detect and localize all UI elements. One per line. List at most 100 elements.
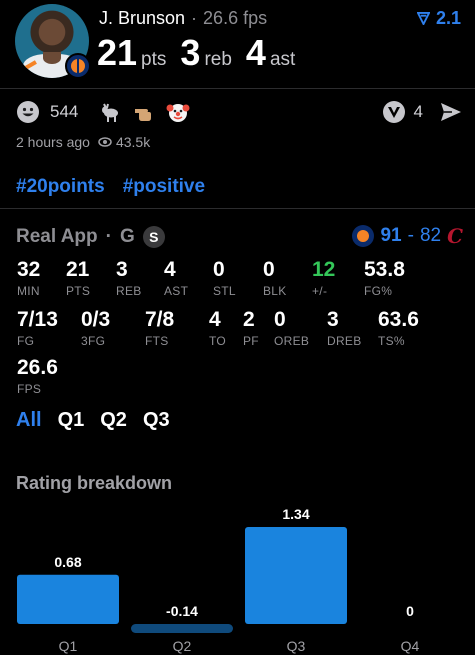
smile-icon[interactable]: [16, 100, 40, 124]
tab-q3[interactable]: Q3: [143, 409, 170, 432]
tab-all[interactable]: All: [16, 409, 42, 432]
headline-stats: 21 pts 3 reb 4 ast: [97, 32, 309, 74]
stat-value: 21: [66, 258, 90, 281]
post-meta: 2 hours ago 43.5k: [16, 134, 150, 150]
reb-label: reb: [204, 49, 232, 70]
stat-ast: 4 AST: [164, 258, 188, 298]
cavaliers-logo-icon: C: [447, 224, 463, 248]
rating-breakdown-title: Rating breakdown: [16, 473, 173, 493]
stat-value: 3: [116, 258, 128, 281]
stat-label: 3FG: [81, 334, 106, 348]
stat-label: FG: [17, 334, 35, 348]
ast-value: 4: [245, 32, 266, 73]
rank-badge[interactable]: 2.1: [416, 8, 461, 29]
stat-label: AST: [164, 284, 189, 298]
bar-q1[interactable]: [17, 574, 119, 624]
stat-dreb: 3 DREB: [327, 308, 362, 348]
stat-reb: 3 REB: [116, 258, 142, 298]
stat--: 12 +/-: [312, 258, 335, 298]
stat-value: 53.8: [364, 258, 405, 281]
player-header: J. Brunson · 26.6 fps 2.1 21 pts 3 reb 4 ast: [0, 0, 475, 88]
stat-label: MIN: [17, 284, 40, 298]
stat-label: FPS: [17, 382, 42, 396]
stat-label: TS%: [378, 334, 405, 348]
score-dash: -: [407, 225, 414, 246]
own-score: 91: [380, 225, 402, 246]
clown-icon[interactable]: [166, 100, 190, 124]
pointing-hand-icon[interactable]: [132, 100, 156, 124]
knicks-logo-icon: [65, 53, 91, 79]
hashtag-list: #20points #positive: [16, 176, 205, 198]
comment-icon[interactable]: [382, 100, 406, 124]
stat-label: PF: [243, 334, 259, 348]
header-divider: [0, 88, 475, 89]
stat-3fg: 0/3 3FG: [81, 308, 110, 348]
goat-icon[interactable]: [98, 100, 122, 124]
post-time: 2 hours ago: [16, 134, 90, 150]
starter-badge: S: [142, 226, 165, 248]
stat-oreb: 0 OREB: [274, 308, 309, 348]
bar-value-label: 0.68: [54, 554, 81, 570]
stat-value: 7/13: [17, 308, 58, 331]
tab-q1[interactable]: Q1: [58, 409, 85, 432]
share-icon[interactable]: [439, 100, 463, 124]
opponent-score: 82: [419, 225, 442, 246]
stat-value: 0/3: [81, 308, 111, 331]
category-tick-label: Q4: [401, 638, 420, 654]
hashtag-link[interactable]: #positive: [123, 176, 205, 198]
position-label: G: [119, 226, 135, 247]
stat-pf: 2 PF: [243, 308, 259, 348]
rating-breakdown-chart: 0.68 Q1 -0.14 Q2 1.34 Q3 0 Q4: [17, 506, 420, 654]
post-actions: 4: [382, 100, 463, 124]
stat-label: +/-: [312, 284, 328, 298]
stat-value: 12: [312, 258, 336, 281]
stat-label: FTS: [145, 334, 169, 348]
stat-value: 0: [213, 258, 225, 281]
view-count-value: 43.5k: [115, 134, 151, 150]
stat-fts: 7/8 FTS: [145, 308, 174, 348]
category-tick-label: Q2: [173, 638, 192, 654]
bar-q3[interactable]: [245, 527, 347, 624]
stat-value: 0: [274, 308, 286, 331]
stat-label: TO: [209, 334, 227, 348]
pts-label: pts: [141, 49, 167, 70]
player-name[interactable]: J. Brunson: [99, 8, 185, 28]
knicks-logo-icon: [352, 225, 375, 247]
stat-value: 63.6: [378, 308, 419, 331]
player-fps: 26.6 fps: [203, 8, 268, 28]
stat-value: 0: [263, 258, 275, 281]
ast-label: ast: [269, 49, 296, 70]
period-tabs: All Q1 Q2 Q3: [16, 409, 170, 432]
category-tick-label: Q3: [287, 638, 306, 654]
stat-fps: 26.6 FPS: [17, 356, 58, 396]
bar-value-label: 0: [406, 603, 414, 619]
source-label: Real App: [16, 226, 98, 247]
stat-to: 4 TO: [209, 308, 226, 348]
stat-label: BLK: [263, 284, 287, 298]
pts-value: 21: [97, 32, 138, 73]
game-score[interactable]: 91-82 C: [352, 224, 463, 248]
hashtag-link[interactable]: #20points: [16, 176, 105, 198]
stat-blk: 0 BLK: [263, 258, 287, 298]
game-info: Real App · G S: [16, 226, 165, 248]
hashtag-divider: [0, 208, 475, 209]
stat-value: 26.6: [17, 356, 58, 379]
stat-label: FG%: [364, 284, 393, 298]
stat-fg: 7/13 FG: [17, 308, 58, 348]
stat-min: 32 MIN: [17, 258, 40, 298]
rank-triangle-icon: [416, 12, 430, 25]
stat-value: 2: [243, 308, 255, 331]
stat-value: 4: [164, 258, 176, 281]
reb-value: 3: [180, 32, 201, 73]
player-name-line[interactable]: J. Brunson · 26.6 fps: [99, 8, 267, 29]
stat-value: 7/8: [145, 308, 175, 331]
bar-q2[interactable]: [131, 624, 233, 633]
eye-icon: [98, 137, 112, 147]
tab-q2[interactable]: Q2: [100, 409, 127, 432]
stat-label: STL: [213, 284, 236, 298]
stat-label: DREB: [327, 334, 362, 348]
smile-count: 544: [50, 102, 79, 121]
comment-count: 4: [413, 102, 423, 121]
rank-value: 2.1: [435, 8, 461, 28]
reaction-bar: 544: [16, 100, 190, 124]
